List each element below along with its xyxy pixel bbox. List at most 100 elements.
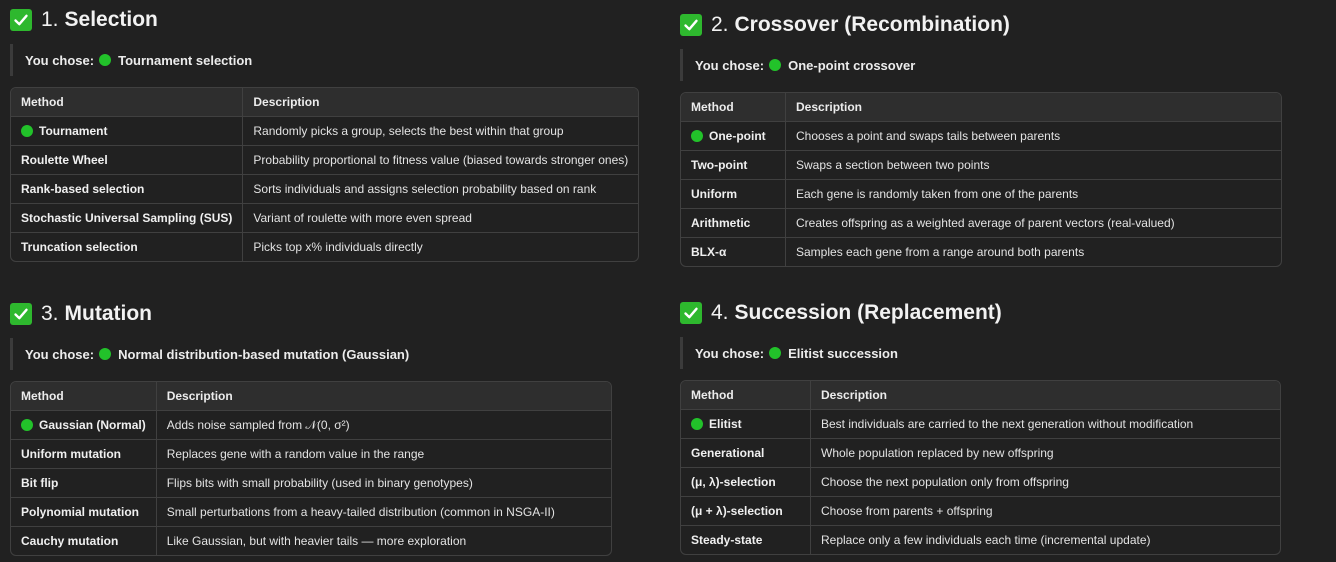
green-circle-icon <box>21 125 33 137</box>
chosen-value: Normal distribution-based mutation (Gaus… <box>118 346 410 362</box>
method-cell: One-point <box>681 122 786 151</box>
method-cell: (μ, λ)-selection <box>681 468 811 497</box>
method-name: Uniform mutation <box>21 447 121 461</box>
method-cell: Gaussian (Normal) <box>11 411 157 440</box>
method-cell: Truncation selection <box>11 233 244 261</box>
checkmark-icon <box>680 302 702 324</box>
table-row: Arithmetic Creates offspring as a weighte… <box>681 209 1281 238</box>
method-cell: Stochastic Universal Sampling (SUS) <box>11 204 244 233</box>
table-header-row: Method Description <box>11 88 639 117</box>
section-title: Succession (Replacement) <box>734 301 1002 324</box>
description-cell: Each gene is randomly taken from one of … <box>786 180 1281 209</box>
method-cell: Polynomial mutation <box>11 498 157 527</box>
method-name: Cauchy mutation <box>21 534 119 548</box>
description-column-header: Description <box>786 93 1281 122</box>
checkmark-icon <box>10 303 32 325</box>
section-heading: 3. Mutation <box>10 300 612 328</box>
method-name: Uniform <box>691 187 737 201</box>
section-succession: 4. Succession (Replacement) You chose: Elit… <box>680 299 1281 555</box>
table-row: BLX-α Samples each gene from a range arou… <box>681 238 1281 266</box>
chosen-method-callout: You chose: Elitist succession <box>680 337 1281 369</box>
section-title: Mutation <box>64 302 152 325</box>
description-cell: Best individuals are carried to the next… <box>811 410 1280 439</box>
green-circle-icon <box>99 348 112 360</box>
method-name: Stochastic Universal Sampling (SUS) <box>21 211 233 225</box>
method-name: Truncation selection <box>21 240 138 254</box>
chosen-value: Tournament selection <box>118 52 253 68</box>
method-name: (μ + λ)-selection <box>691 504 783 518</box>
chosen-prefix: You chose: <box>695 345 765 361</box>
chosen-prefix: You chose: <box>25 52 95 68</box>
method-name: Elitist <box>709 417 742 431</box>
table-row: Cauchy mutation Like Gaussian, but with h… <box>11 527 611 555</box>
methods-table: Method Description One-point Chooses a poin… <box>680 92 1282 267</box>
table-row: Polynomial mutation Small perturbations f… <box>11 498 611 527</box>
table-row: Stochastic Universal Sampling (SUS) Varia… <box>11 204 639 233</box>
description-cell: Flips bits with small probability (used … <box>156 469 611 498</box>
description-cell: Chooses a point and swaps tails between … <box>786 122 1281 151</box>
green-circle-icon <box>691 418 703 430</box>
chosen-method-callout: You chose: Tournament selection <box>10 44 639 76</box>
description-cell: Whole population replaced by new offspri… <box>811 439 1280 468</box>
method-name: (μ, λ)-selection <box>691 475 776 489</box>
method-cell: Cauchy mutation <box>11 527 157 555</box>
description-column-header: Description <box>811 381 1280 410</box>
table-header-row: Method Description <box>681 93 1281 122</box>
description-cell: Creates offspring as a weighted average … <box>786 209 1281 238</box>
section-number: 4. <box>711 301 729 324</box>
description-cell: Choose the next population only from off… <box>811 468 1280 497</box>
method-name: BLX-α <box>691 245 727 259</box>
method-column-header: Method <box>11 88 244 117</box>
description-cell: Picks top x% individuals directly <box>253 240 423 254</box>
method-cell: Uniform mutation <box>11 440 157 469</box>
table-row: Bit flip Flips bits with small probabilit… <box>11 469 611 498</box>
description-cell: Small perturbations from a heavy-tailed … <box>156 498 611 527</box>
green-circle-icon <box>21 419 33 431</box>
table-row: Uniform Each gene is randomly taken from … <box>681 180 1281 209</box>
description-column-header: Description <box>243 88 639 117</box>
table-row: One-point Chooses a point and swaps tails… <box>681 122 1281 151</box>
section-number: 2. <box>711 13 729 36</box>
method-column-header: Method <box>681 93 786 122</box>
description-cell: Choose from parents + offspring <box>811 497 1280 526</box>
methods-table: Method Description Tournament Randomly pick… <box>10 87 640 262</box>
table-row: Gaussian (Normal) Adds noise sampled from… <box>11 411 611 440</box>
method-cell: BLX-α <box>681 238 786 266</box>
method-name: Polynomial mutation <box>21 505 140 519</box>
table-row: Generational Whole population replaced by… <box>681 439 1280 468</box>
description-cell: Probability proportional to fitness valu… <box>243 146 639 175</box>
method-cell: Bit flip <box>11 469 157 498</box>
table-row: Two-point Swaps a section between two poi… <box>681 151 1281 180</box>
chosen-value: Elitist succession <box>788 345 898 361</box>
table-row: Truncation selection Picks top x% individ… <box>11 233 638 261</box>
green-circle-icon <box>769 347 782 359</box>
section-heading: 1. Selection <box>10 6 639 34</box>
method-cell: Elitist <box>681 410 811 439</box>
description-cell: Adds noise sampled from 𝒩(0, σ²) <box>156 411 611 440</box>
method-cell: Tournament <box>11 117 244 146</box>
method-cell: Arithmetic <box>681 209 786 238</box>
method-cell: (μ + λ)-selection <box>681 497 811 526</box>
method-cell: Uniform <box>681 180 786 209</box>
chosen-value: One-point crossover <box>788 57 916 73</box>
method-cell: Rank-based selection <box>11 175 244 204</box>
section-heading: 2. Crossover (Recombination) <box>680 11 1282 39</box>
section-title: Selection <box>64 8 158 31</box>
method-name: Roulette Wheel <box>21 153 108 167</box>
table-row: (μ + λ)-selection Choose from parents + o… <box>681 497 1280 526</box>
description-cell: Randomly picks a group, selects the best… <box>243 117 639 146</box>
section-crossover: 2. Crossover (Recombination) You chose: One… <box>680 11 1282 267</box>
description-cell: Like Gaussian, but with heavier tails — … <box>166 534 467 548</box>
description-cell: Samples each gene from a range around bo… <box>796 245 1085 259</box>
description-cell: Sorts individuals and assigns selection … <box>243 175 639 204</box>
methods-table: Method Description Gaussian (Normal) Adds n… <box>10 381 612 556</box>
method-cell: Generational <box>681 439 811 468</box>
section-heading: 4. Succession (Replacement) <box>680 299 1281 327</box>
table-row: Uniform mutation Replaces gene with a ran… <box>11 440 611 469</box>
checkmark-icon <box>680 14 702 36</box>
section-number: 1. <box>41 8 59 31</box>
method-cell: Two-point <box>681 151 786 180</box>
method-name: Generational <box>691 446 765 460</box>
methods-table: Method Description Elitist Best individuals… <box>680 380 1281 555</box>
method-name: Two-point <box>691 158 748 172</box>
